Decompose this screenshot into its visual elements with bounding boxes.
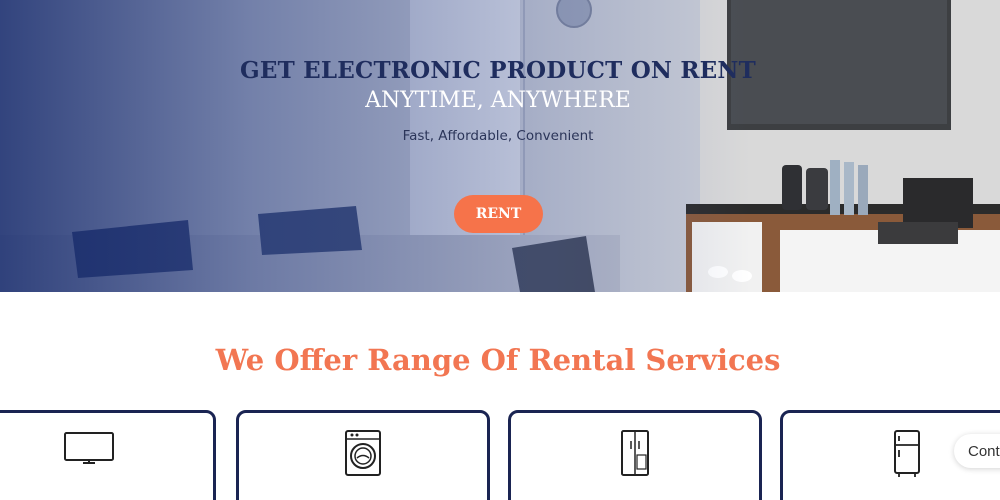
service-card-tv[interactable] — [0, 410, 216, 500]
hero-title: GET ELECTRONIC PRODUCT ON RENT — [240, 57, 756, 84]
tv-icon — [64, 432, 114, 464]
hero-banner: GET ELECTRONIC PRODUCT ON RENT ANYTIME, … — [0, 0, 1000, 292]
rent-button[interactable]: RENT — [454, 195, 543, 233]
hero-tagline: Fast, Affordable, Convenient — [402, 128, 594, 144]
double-door-fridge-icon — [621, 430, 649, 476]
refrigerator-icon — [894, 430, 920, 477]
service-card-double-door-fridge[interactable] — [508, 410, 762, 500]
service-card-washing-machine[interactable] — [236, 410, 490, 500]
services-heading: We Offer Range Of Rental Services — [215, 343, 781, 377]
hero-gradient-overlay — [0, 0, 1000, 292]
hero-subtitle: ANYTIME, ANYWHERE — [365, 88, 631, 113]
contact-chat-button[interactable]: Cont — [954, 434, 1000, 468]
washing-machine-icon — [345, 430, 381, 476]
